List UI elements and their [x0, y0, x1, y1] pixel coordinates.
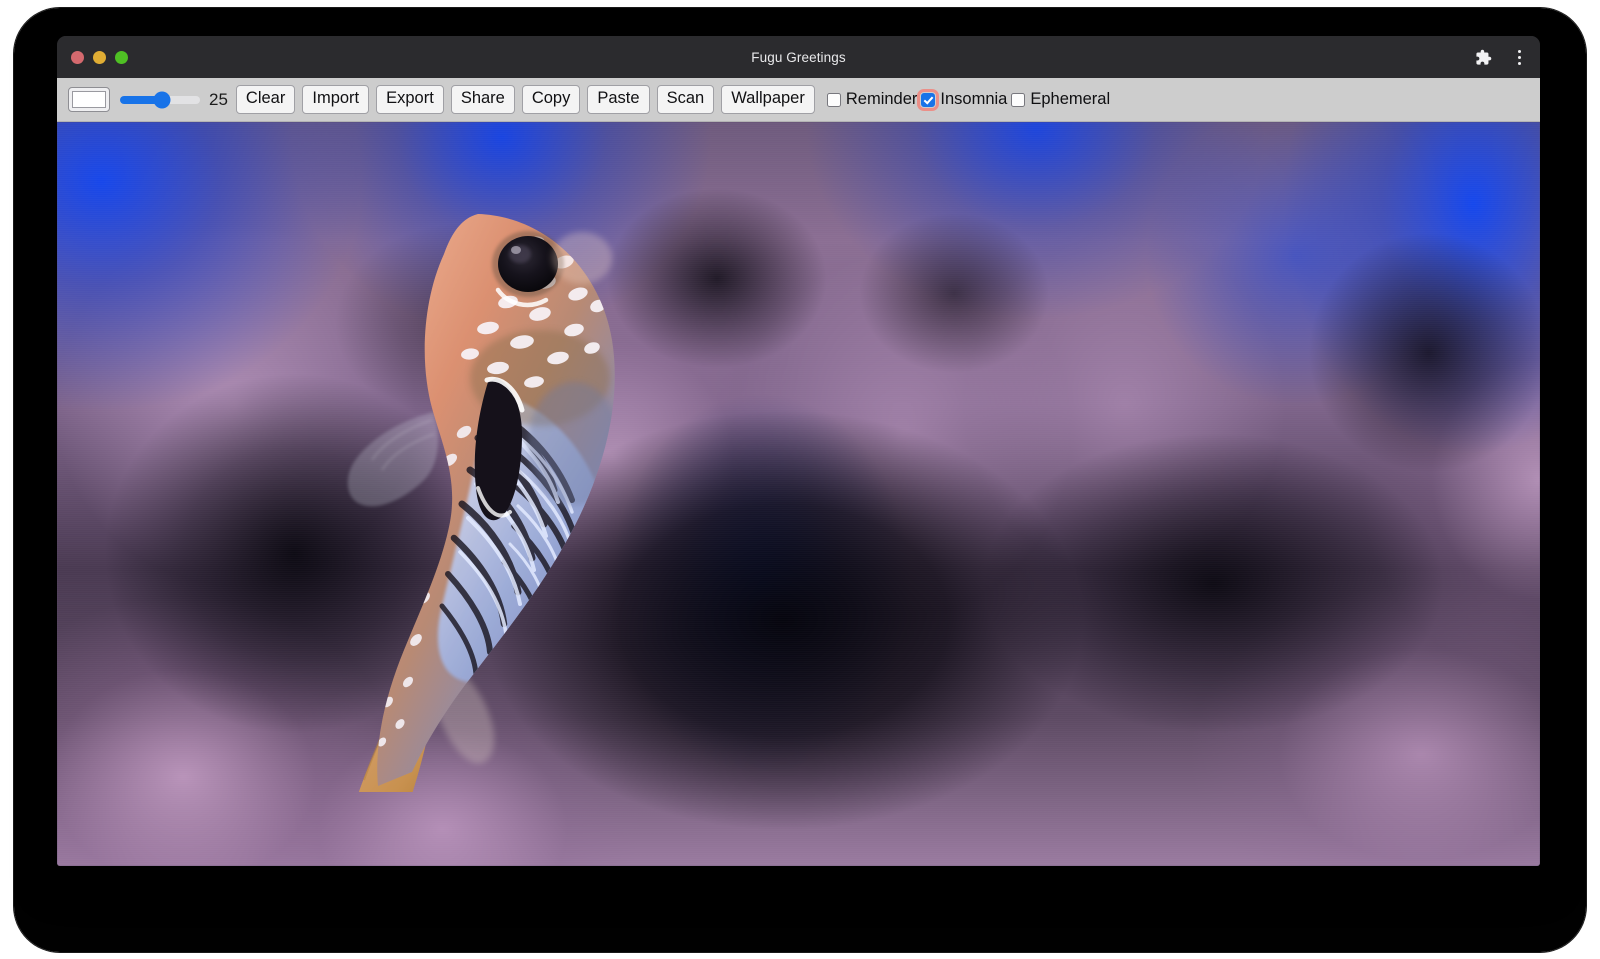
reef-background-photo — [57, 122, 1540, 866]
scan-button[interactable]: Scan — [657, 85, 715, 113]
ephemeral-checkbox-label: Ephemeral — [1030, 90, 1110, 109]
title-bar-actions — [1472, 46, 1530, 68]
insomnia-checkbox-label: Insomnia — [940, 90, 1007, 109]
app-toolbar: 25 Clear Import Export Share Copy Paste … — [57, 78, 1540, 122]
browser-menu-icon[interactable] — [1508, 46, 1530, 68]
reminder-checkbox-box[interactable] — [827, 93, 841, 107]
title-bar: Fugu Greetings — [57, 36, 1540, 78]
drawing-canvas[interactable] — [57, 122, 1540, 866]
window-controls — [71, 51, 128, 64]
reminder-checkbox[interactable]: Reminder — [827, 90, 918, 109]
close-window-button[interactable] — [71, 51, 84, 64]
paste-button[interactable]: Paste — [587, 85, 649, 113]
size-slider[interactable] — [120, 90, 200, 110]
insomnia-checkbox[interactable]: Insomnia — [921, 90, 1007, 109]
toolbar-checkboxes: Reminder Insomnia Ephemeral — [827, 90, 1114, 109]
slider-thumb[interactable] — [153, 91, 170, 108]
insomnia-checkbox-box[interactable] — [921, 93, 935, 107]
browser-window: Fugu Greetings 25 Clear — [57, 36, 1540, 866]
minimize-window-button[interactable] — [93, 51, 106, 64]
maximize-window-button[interactable] — [115, 51, 128, 64]
window-title: Fugu Greetings — [57, 50, 1540, 65]
share-button[interactable]: Share — [451, 85, 515, 113]
slider-value-label: 25 — [209, 90, 228, 110]
clear-button[interactable]: Clear — [236, 85, 295, 113]
color-picker-input[interactable] — [68, 87, 110, 112]
copy-button[interactable]: Copy — [522, 85, 581, 113]
extensions-icon[interactable] — [1472, 46, 1494, 68]
import-button[interactable]: Import — [302, 85, 369, 113]
export-button[interactable]: Export — [376, 85, 444, 113]
screen: Fugu Greetings 25 Clear — [0, 0, 1600, 959]
reminder-checkbox-label: Reminder — [846, 90, 918, 109]
wallpaper-button[interactable]: Wallpaper — [721, 85, 815, 113]
ephemeral-checkbox-box[interactable] — [1011, 93, 1025, 107]
ephemeral-checkbox[interactable]: Ephemeral — [1011, 90, 1110, 109]
